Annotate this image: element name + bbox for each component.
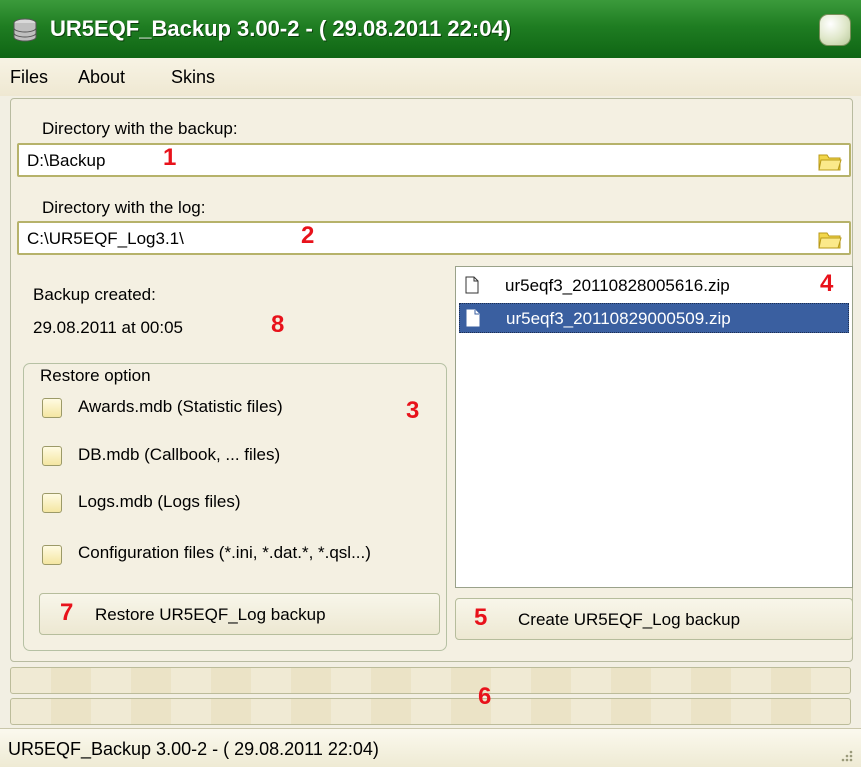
title-bar[interactable]: UR5EQF_Backup 3.00-2 - ( 29.08.2011 22:0… [0,0,861,59]
folder-icon[interactable] [817,227,843,251]
backup-dir-field[interactable]: D:\Backup [17,143,851,177]
progress-bar-1 [10,667,851,694]
create-backup-button[interactable]: 5 Create UR5EQF_Log backup [455,598,853,640]
file-icon [466,309,480,327]
status-text: UR5EQF_Backup 3.00-2 - ( 29.08.2011 22:0… [8,739,379,759]
marker-6: 6 [478,683,492,710]
config-checkbox[interactable] [42,545,62,565]
file-name: ur5eqf3_20110828005616.zip [505,276,730,295]
logs-checkbox[interactable] [42,493,62,513]
menu-files[interactable]: Files [10,64,48,90]
file-icon [465,276,479,294]
menu-bar: Files About Skins [0,58,861,96]
db-checkbox[interactable] [42,446,62,466]
window-control-button[interactable] [819,14,851,46]
list-item-selected[interactable]: ur5eqf3_20110829000509.zip [459,303,849,333]
backup-dir-value: D:\Backup [27,151,106,170]
window-title: UR5EQF_Backup 3.00-2 - ( 29.08.2011 22:0… [50,16,512,41]
marker-5: 5 [474,604,488,631]
marker-8: 8 [271,311,285,338]
marker-3: 3 [406,397,420,424]
file-name: ur5eqf3_20110829000509.zip [506,309,731,328]
marker-2: 2 [301,222,315,249]
backup-created-value: 29.08.2011 at 00:05 [33,318,183,337]
status-bar: UR5EQF_Backup 3.00-2 - ( 29.08.2011 22:0… [0,728,861,767]
marker-7: 7 [60,599,74,626]
database-icon [13,18,37,42]
marker-1: 1 [163,144,177,171]
marker-4: 4 [820,270,834,297]
create-backup-label: Create UR5EQF_Log backup [518,610,741,629]
restore-backup-label: Restore UR5EQF_Log backup [95,605,326,624]
backup-created-label: Backup created: [33,285,156,304]
logs-option-label: Logs.mdb (Logs files) [78,492,241,511]
log-dir-label: Directory with the log: [42,198,206,217]
backup-file-list[interactable]: ur5eqf3_20110828005616.zip ur5eqf3_20110… [455,266,853,588]
folder-icon[interactable] [817,149,843,173]
backup-dir-label: Directory with the backup: [42,119,238,138]
restore-backup-button[interactable]: 7 Restore UR5EQF_Log backup [39,593,440,635]
progress-bar-2 [10,698,851,725]
db-option-label: DB.mdb (Callbook, ... files) [78,445,281,464]
app-window: UR5EQF_Backup 3.00-2 - ( 29.08.2011 22:0… [0,0,861,767]
list-item[interactable]: ur5eqf3_20110828005616.zip [459,271,849,301]
resize-grip-icon[interactable] [839,748,853,762]
menu-skins[interactable]: Skins [171,64,215,90]
awards-checkbox[interactable] [42,398,62,418]
config-option-label: Configuration files (*.ini, *.dat.*, *.q… [78,543,371,562]
awards-option-label: Awards.mdb (Statistic files) [78,397,283,416]
log-dir-field[interactable]: C:\UR5EQF_Log3.1\ [17,221,851,255]
restore-option-legend: Restore option [34,364,157,388]
log-dir-value: C:\UR5EQF_Log3.1\ [27,229,184,248]
menu-about[interactable]: About [78,64,125,90]
